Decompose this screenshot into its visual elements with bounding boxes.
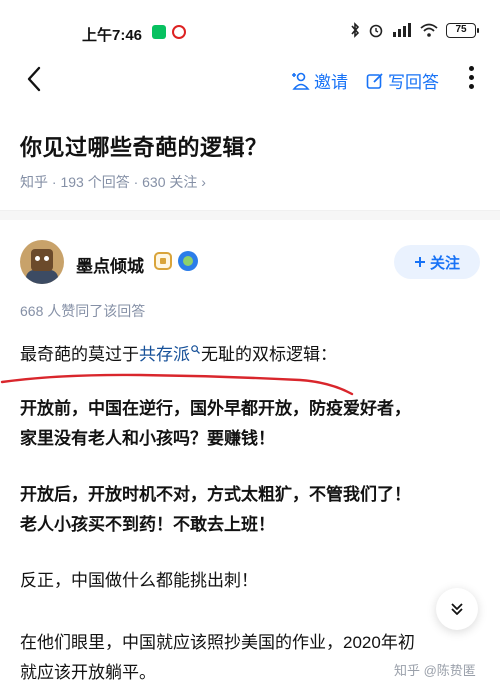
question-title[interactable]: 你见过哪些奇葩的逻辑？ (20, 130, 268, 162)
answer-paragraph: 开放后，开放时机不对，方式太粗犷，不管我们了！ 老人小孩买不到药！不敢去上班！ (20, 480, 482, 540)
keyword-link[interactable]: 共存派 (139, 345, 190, 364)
wechat-icon (152, 25, 166, 39)
author-name[interactable]: 墨点倾城 (76, 252, 144, 277)
status-time: 上午7:46 (82, 27, 143, 44)
invite-label: 邀请 (314, 73, 348, 92)
write-label: 写回答 (388, 73, 439, 92)
follow-button[interactable]: 关注 (394, 245, 480, 279)
scroll-down-button[interactable] (436, 588, 478, 630)
follow-label: 关注 (429, 254, 460, 272)
answer-paragraph: 反正，中国做什么都能挑出刺！ (20, 566, 482, 596)
intro-text-after: 无耻的双标逻辑： (201, 345, 337, 364)
bluetooth-icon (351, 22, 360, 38)
back-icon[interactable] (20, 64, 50, 94)
more-icon[interactable] (464, 66, 478, 92)
paragraph-line: 家里没有老人和小孩吗？要赚钱！ (20, 429, 275, 448)
author-avatar[interactable] (20, 240, 64, 284)
write-answer-button[interactable]: 写回答 (366, 68, 439, 93)
paragraph-line: 开放后，开放时机不对，方式太粗犷，不管我们了！ (20, 485, 411, 504)
answer-intro: 最奇葩的莫过于共存派 无耻的双标逻辑： (20, 340, 337, 370)
watermark: 知乎 @陈贽匿 (394, 663, 476, 678)
paragraph-line: 老人小孩买不到药！不敢去上班！ (20, 515, 275, 534)
answer-paragraph: 在他们眼里，中国就应该照抄美国的作业，2020年初 就应该开放躺平。 (20, 628, 482, 688)
creator-badge-icon (154, 252, 172, 270)
invite-person-icon (292, 72, 310, 90)
invite-button[interactable]: 邀请 (288, 68, 348, 93)
write-icon (366, 72, 383, 89)
paragraph-line: 开放前，中国在逆行，国外早都开放，防疫爱好者， (20, 399, 411, 418)
vote-count: 668 人赞同了该回答 (20, 303, 146, 319)
plus-icon (414, 257, 425, 267)
chevron-down-icon (451, 603, 463, 615)
app-notification-icon (172, 25, 186, 39)
nav-bar: 邀请 写回答 (0, 52, 500, 108)
section-divider (0, 210, 500, 220)
search-icon[interactable] (191, 345, 200, 354)
battery-icon: 75 (446, 22, 479, 38)
verified-badge-icon (178, 251, 198, 271)
paragraph-line: 在他们眼里，中国就应该照抄美国的作业，2020年初 (20, 633, 415, 652)
intro-text-before: 最奇葩的莫过于 (20, 345, 139, 364)
question-meta[interactable]: 知乎 · 193 个回答 · 630 关注 › (20, 172, 206, 192)
notification-icons (152, 25, 186, 39)
wifi-icon (420, 23, 438, 37)
paragraph-line: 反正，中国做什么都能挑出刺！ (20, 571, 258, 590)
system-indicators: 75 (350, 22, 479, 38)
status-bar: 上午7:46 75 (0, 0, 500, 52)
alarm-icon (369, 24, 383, 38)
signal-icon (393, 23, 411, 37)
answer-paragraph: 开放前，中国在逆行，国外早都开放，防疫爱好者， 家里没有老人和小孩吗？要赚钱！ (20, 394, 482, 454)
